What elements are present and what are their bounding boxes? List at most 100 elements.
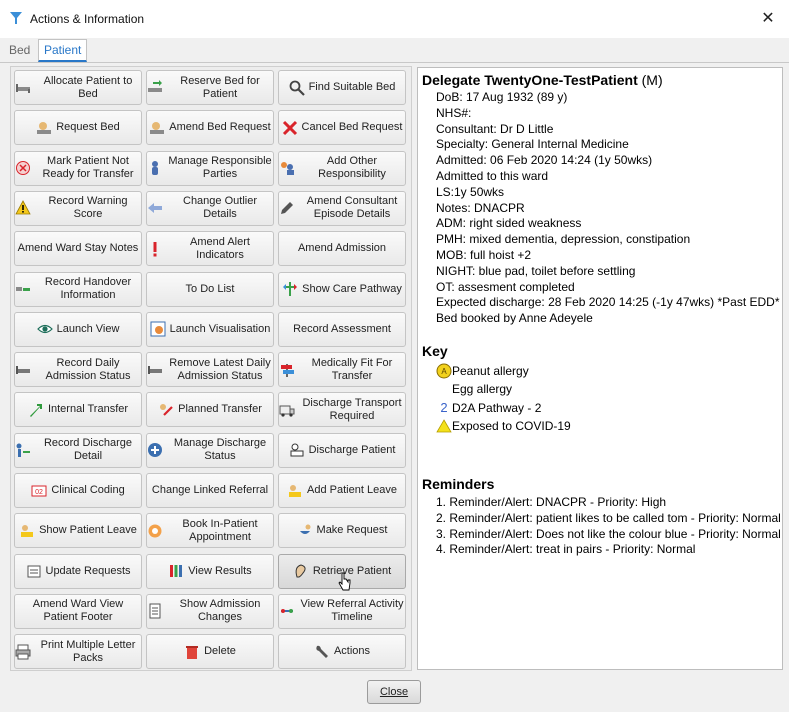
patient-detail-line: Specialty: General Internal Medicine xyxy=(436,137,629,152)
discharge-transport-required-button[interactable]: Discharge Transport Required xyxy=(278,392,406,428)
tab-bed[interactable]: Bed xyxy=(4,40,35,60)
view-referral-activity-timeline-button[interactable]: View Referral Activity Timeline xyxy=(278,593,406,629)
key-label: D2A Pathway - 2 xyxy=(452,400,542,415)
retrieve-icon xyxy=(293,563,309,579)
launch-view-button[interactable]: Launch View xyxy=(14,311,142,347)
button-label: Discharge Patient xyxy=(308,443,396,456)
svg-text:02: 02 xyxy=(35,489,43,496)
amend-ward-stay-notes-button[interactable]: Amend Ward Stay Notes xyxy=(14,231,142,267)
bed-reserve-icon xyxy=(147,79,163,96)
people-add-icon xyxy=(279,160,295,176)
patient-detail-line: DoB: 17 Aug 1932 (89 y) xyxy=(436,90,568,104)
book-in-patient-appointment-button[interactable]: Book In-Patient Appointment xyxy=(146,513,274,549)
allocate-patient-to-bed-button[interactable]: Allocate Patient to Bed xyxy=(14,70,142,105)
record-assessment-button[interactable]: Record Assessment xyxy=(278,311,406,347)
ambulance-icon xyxy=(279,402,295,418)
show-patient-leave-button[interactable]: Show Patient Leave xyxy=(14,513,142,549)
button-label: Add Patient Leave xyxy=(307,484,397,496)
key-item: Egg allergy xyxy=(422,380,782,399)
planned-transfer-button[interactable]: Planned Transfer xyxy=(146,392,274,428)
change-linked-referral-button[interactable]: Change Linked Referral xyxy=(146,473,274,508)
covid-triangle-icon xyxy=(436,419,452,433)
amend-ward-view-patient-footer-button[interactable]: Amend Ward View Patient Footer xyxy=(14,593,142,629)
patient-detail-line: Notes: DNACPR xyxy=(436,200,525,215)
change-outlier-details-button[interactable]: Change Outlier Details xyxy=(146,190,274,226)
clinical-coding-button[interactable]: 02 Clinical Coding xyxy=(14,473,142,508)
make-request-button[interactable]: Make Request xyxy=(278,513,406,549)
warning-icon xyxy=(15,200,31,216)
amend-bed-request-button[interactable]: Amend Bed Request xyxy=(146,110,274,146)
button-label: Manage Discharge Status xyxy=(173,437,267,463)
button-label: Allocate Patient to Bed xyxy=(43,74,133,100)
button-label: Reserve Bed for Patient xyxy=(180,74,260,100)
key-item: 2 D2A Pathway - 2 xyxy=(422,399,782,418)
actions-button[interactable]: Actions xyxy=(278,634,406,670)
patient-detail-line: NHS#: xyxy=(436,105,472,120)
reserve-bed-for-patient-button[interactable]: Reserve Bed for Patient xyxy=(146,70,274,105)
close-button[interactable]: Close xyxy=(367,680,421,704)
button-label: View Referral Activity Timeline xyxy=(300,598,404,624)
reminders-title: Reminders xyxy=(422,475,495,492)
window-close-button[interactable]: ✕ xyxy=(757,8,779,30)
request-bed-icon xyxy=(36,120,52,136)
button-label: Book In-Patient Appointment xyxy=(182,517,258,543)
manage-discharge-status-button[interactable]: Manage Discharge Status xyxy=(146,432,274,468)
view-results-button[interactable]: View Results xyxy=(146,553,274,589)
launch-visualisation-button[interactable]: Launch Visualisation xyxy=(146,311,274,347)
button-label: Record Assessment xyxy=(293,322,391,335)
bed-status-icon xyxy=(15,362,31,378)
cancel-bed-request-button[interactable]: Cancel Bed Request xyxy=(278,110,406,146)
exclamation-icon xyxy=(147,241,163,257)
patient-detail-line: LS:1y 50wks xyxy=(436,184,505,199)
key-item: A Peanut allergy xyxy=(422,362,782,381)
show-care-pathway-button[interactable]: Show Care Pathway xyxy=(278,271,406,307)
amend-consultant-episode-details-button[interactable]: Amend Consultant Episode Details xyxy=(278,190,406,226)
button-label: Print Multiple Letter Packs xyxy=(40,638,136,664)
manage-responsible-parties-button[interactable]: Manage Responsible Parties xyxy=(146,150,274,186)
bed-icon xyxy=(15,80,31,96)
discharge-status-icon xyxy=(147,442,163,458)
button-label: Show Patient Leave xyxy=(39,524,137,537)
key-list: A Peanut allergy Egg allergy 2 D2A Pathw… xyxy=(422,362,782,436)
trash-icon xyxy=(184,644,200,660)
wrench-icon xyxy=(314,644,330,660)
leave-icon xyxy=(19,523,35,539)
button-label: Cancel Bed Request xyxy=(301,121,403,134)
medically-fit-for-transfer-button[interactable]: Medically Fit For Transfer xyxy=(278,352,406,388)
delete-button[interactable]: Delete xyxy=(146,634,274,670)
button-label: Discharge Transport Required xyxy=(302,396,402,422)
button-label: Show Care Pathway xyxy=(302,282,402,295)
print-multiple-letter-packs-button[interactable]: Print Multiple Letter Packs xyxy=(14,634,142,670)
to-do-list-button[interactable]: To Do List xyxy=(146,271,274,307)
amend-alert-indicators-button[interactable]: Amend Alert Indicators xyxy=(146,231,274,267)
record-discharge-detail-button[interactable]: Record Discharge Detail xyxy=(14,432,142,468)
mark-patient-not-ready-for-transfer-button[interactable]: Mark Patient Not Ready for Transfer xyxy=(14,150,142,186)
key-title: Key xyxy=(422,342,448,359)
remove-latest-daily-admission-status-button[interactable]: Remove Latest Daily Admission Status xyxy=(146,352,274,388)
button-label: Mark Patient Not Ready for Transfer xyxy=(42,155,134,181)
pathway-icon xyxy=(282,281,298,297)
button-label: Amend Alert Indicators xyxy=(190,235,250,261)
show-admission-changes-button[interactable]: Show Admission Changes xyxy=(146,593,274,629)
add-other-responsibility-button[interactable]: Add Other Responsibility xyxy=(278,150,406,186)
internal-transfer-button[interactable]: Internal Transfer xyxy=(14,392,142,428)
find-suitable-bed-button[interactable]: Find Suitable Bed xyxy=(278,70,406,105)
tab-patient[interactable]: Patient xyxy=(38,39,88,62)
add-patient-leave-button[interactable]: Add Patient Leave xyxy=(278,473,406,508)
bed-status-remove-icon xyxy=(147,362,163,378)
amend-admission-button[interactable]: Amend Admission xyxy=(278,231,406,267)
magnifier-icon xyxy=(289,80,305,96)
button-label: Add Other Responsibility xyxy=(318,155,386,181)
record-warning-score-button[interactable]: Record Warning Score xyxy=(14,190,142,226)
discharge-patient-button[interactable]: Discharge Patient xyxy=(278,432,406,468)
not-ready-icon xyxy=(15,160,31,176)
reminder-item: 2. Reminder/Alert: patient likes to be c… xyxy=(436,510,781,525)
record-handover-information-button[interactable]: Record Handover Information xyxy=(14,271,142,307)
timeline-icon xyxy=(279,603,295,619)
patient-info-panel: Delegate TwentyOne-TestPatient (M) DoB: … xyxy=(417,67,783,670)
button-label: Actions xyxy=(333,645,371,658)
update-requests-button[interactable]: Update Requests xyxy=(14,553,142,589)
record-daily-admission-status-button[interactable]: Record Daily Admission Status xyxy=(14,352,142,388)
reminders-list: 1. Reminder/Alert: DNACPR - Priority: Hi… xyxy=(422,495,782,558)
request-bed-button[interactable]: Request Bed xyxy=(14,110,142,146)
